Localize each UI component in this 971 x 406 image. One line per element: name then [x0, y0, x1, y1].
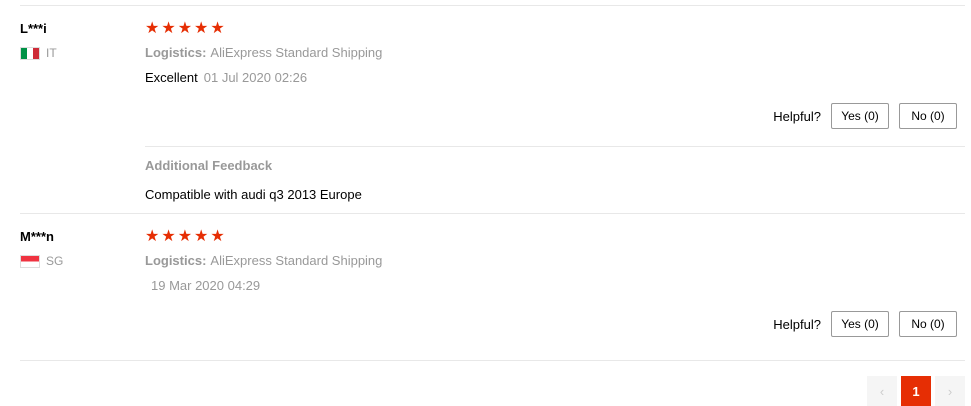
chevron-left-icon[interactable]: ‹ [867, 376, 897, 406]
review-divider [20, 360, 965, 361]
italy-flag-icon [20, 46, 40, 60]
review-date: 19 Mar 2020 04:29 [151, 278, 261, 293]
star-icon: ★ [177, 20, 193, 37]
star-icon: ★ [194, 20, 209, 37]
logistics-label: Logistics: [145, 45, 207, 60]
helpful-label: Helpful? [773, 316, 821, 332]
helpful-no-button[interactable]: No (0) [899, 103, 957, 129]
pagination: ‹ 1 › [867, 376, 965, 406]
logistics-label: Logistics: [145, 253, 207, 268]
star-icon: ★ [161, 228, 176, 245]
helpful-no-button[interactable]: No (0) [899, 311, 957, 337]
review-comment: 19 Mar 2020 04:29 [145, 278, 260, 293]
star-icon: ★ [177, 228, 193, 245]
review-divider [20, 213, 965, 214]
star-icon: ★ [210, 20, 225, 37]
singapore-flag-icon [20, 254, 40, 268]
country-code: IT [46, 46, 57, 60]
star-icon: ★ [145, 228, 160, 245]
logistics-info: Logistics: AliExpress Standard Shipping [145, 253, 382, 268]
star-rating: ★ ★ ★ ★ ★ [145, 21, 225, 37]
star-icon: ★ [210, 228, 225, 245]
additional-feedback-divider [145, 146, 965, 147]
star-icon: ★ [194, 228, 209, 245]
helpful-section: Helpful? Yes (0) No (0) [773, 103, 957, 129]
logistics-value: AliExpress Standard Shipping [210, 253, 383, 268]
helpful-section: Helpful? Yes (0) No (0) [773, 311, 957, 337]
reviewer-country: SG [20, 254, 63, 268]
additional-feedback-text: Compatible with audi q3 2013 Europe [145, 187, 362, 202]
review-comment: Excellent 01 Jul 2020 02:26 [145, 70, 307, 85]
review-divider [20, 5, 965, 6]
reviewer-country: IT [20, 46, 57, 60]
chevron-right-icon[interactable]: › [935, 376, 965, 406]
page-button-current[interactable]: 1 [901, 376, 931, 406]
star-icon: ★ [145, 20, 160, 37]
helpful-yes-button[interactable]: Yes (0) [831, 311, 889, 337]
reviewer-name: M***n [20, 229, 54, 244]
reviewer-name: L***i [20, 21, 47, 36]
helpful-label: Helpful? [773, 108, 821, 124]
review-date: 01 Jul 2020 02:26 [203, 70, 308, 85]
star-icon: ★ [161, 20, 176, 37]
comment-text: Excellent [145, 70, 198, 85]
helpful-yes-button[interactable]: Yes (0) [831, 103, 889, 129]
logistics-info: Logistics: AliExpress Standard Shipping [145, 45, 382, 60]
country-code: SG [46, 254, 64, 268]
star-rating: ★ ★ ★ ★ ★ [145, 229, 225, 245]
additional-feedback-title: Additional Feedback [145, 158, 273, 173]
logistics-value: AliExpress Standard Shipping [210, 45, 383, 60]
